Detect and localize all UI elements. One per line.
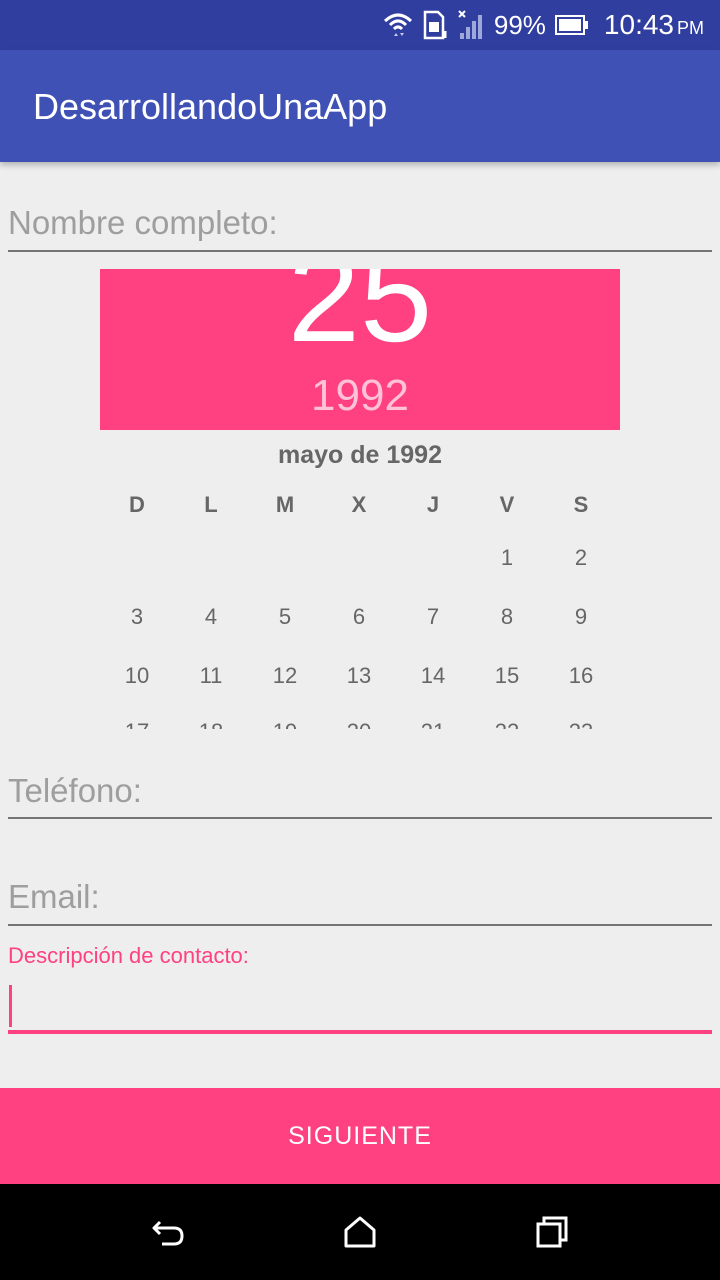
name-field-underline	[8, 250, 712, 252]
day-cell[interactable]: 3	[100, 604, 174, 630]
sim-icon	[423, 10, 447, 40]
clock-time: 10:43	[603, 9, 674, 40]
day-cell[interactable]: 22	[470, 719, 544, 729]
phone-field-underline	[8, 817, 712, 819]
back-icon[interactable]	[148, 1212, 188, 1252]
email-field-underline	[8, 924, 712, 926]
navigation-bar	[0, 1184, 720, 1280]
weekday-row: D L M X J V S	[100, 492, 620, 532]
week-row: 17 18 19 20 21 22 23	[100, 719, 620, 729]
status-icons: 99% 10:43 PM	[382, 6, 704, 44]
home-icon[interactable]	[340, 1212, 380, 1252]
phone-field-label: Teléfono:	[8, 772, 142, 809]
app-bar: DesarrollandoUnaApp	[0, 50, 720, 162]
weekday-label: D	[129, 492, 145, 517]
name-field-label: Nombre completo:	[8, 204, 278, 241]
battery-icon	[554, 15, 588, 35]
day-cell[interactable]: 10	[100, 663, 174, 689]
selected-day[interactable]: 25	[100, 269, 620, 361]
recents-icon[interactable]	[532, 1212, 572, 1252]
day-cell[interactable]: 23	[544, 719, 618, 729]
day-cell[interactable]: 18	[174, 719, 248, 729]
week-row: 1 2	[100, 545, 620, 585]
status-bar: 99% 10:43 PM	[0, 0, 720, 50]
date-picker-header: 25 1992	[100, 269, 620, 430]
weekday-label: M	[275, 492, 295, 517]
week-row: 3 4 5 6 7 8 9	[100, 604, 620, 644]
selected-year[interactable]: 1992	[100, 371, 620, 421]
signal-icon	[458, 10, 482, 39]
day-cell[interactable]: 9	[544, 604, 618, 630]
month-title: mayo de 1992	[278, 441, 442, 469]
day-cell[interactable]: 21	[396, 719, 470, 729]
weekday-label: S	[573, 492, 589, 517]
weekday-label: L	[204, 492, 218, 517]
battery-percent: 99%	[493, 9, 546, 40]
weekday-label: V	[499, 492, 515, 517]
description-field[interactable]	[8, 980, 712, 1034]
app-title: DesarrollandoUnaApp	[33, 86, 388, 127]
day-cell[interactable]: 14	[396, 663, 470, 689]
email-field-label: Email:	[8, 878, 100, 915]
next-button[interactable]: SIGUIENTE	[0, 1088, 720, 1184]
weekday-label: X	[351, 492, 367, 517]
day-cell[interactable]: 4	[174, 604, 248, 630]
day-cell[interactable]: 7	[396, 604, 470, 630]
day-cell[interactable]: 2	[544, 545, 618, 571]
day-cell[interactable]: 11	[174, 663, 248, 689]
text-cursor	[9, 985, 12, 1027]
day-cell[interactable]: 19	[248, 719, 322, 729]
clock: 10:43 PM	[604, 9, 704, 41]
phone-field[interactable]: Teléfono:	[8, 770, 712, 822]
description-field-label: Descripción de contacto:	[8, 943, 249, 968]
week-row: 10 11 12 13 14 15 16	[100, 663, 620, 703]
day-cell[interactable]: 1	[470, 545, 544, 571]
email-field[interactable]: Email:	[8, 878, 712, 930]
day-cell[interactable]: 13	[322, 663, 396, 689]
calendar-grid: D L M X J V S 1 2 3 4 5 6 7 8 9 10 11 12…	[100, 486, 620, 729]
day-cell[interactable]: 6	[322, 604, 396, 630]
description-field-underline	[8, 1030, 712, 1034]
day-cell[interactable]: 8	[470, 604, 544, 630]
day-cell[interactable]: 17	[100, 719, 174, 729]
day-cell[interactable]: 15	[470, 663, 544, 689]
day-cell[interactable]: 5	[248, 604, 322, 630]
clock-ampm: PM	[677, 18, 704, 38]
name-field[interactable]: Nombre completo:	[8, 200, 712, 254]
day-cell[interactable]: 16	[544, 663, 618, 689]
weekday-label: J	[426, 492, 440, 517]
day-cell[interactable]: 20	[322, 719, 396, 729]
wifi-icon	[383, 13, 412, 36]
day-cell[interactable]: 12	[248, 663, 322, 689]
